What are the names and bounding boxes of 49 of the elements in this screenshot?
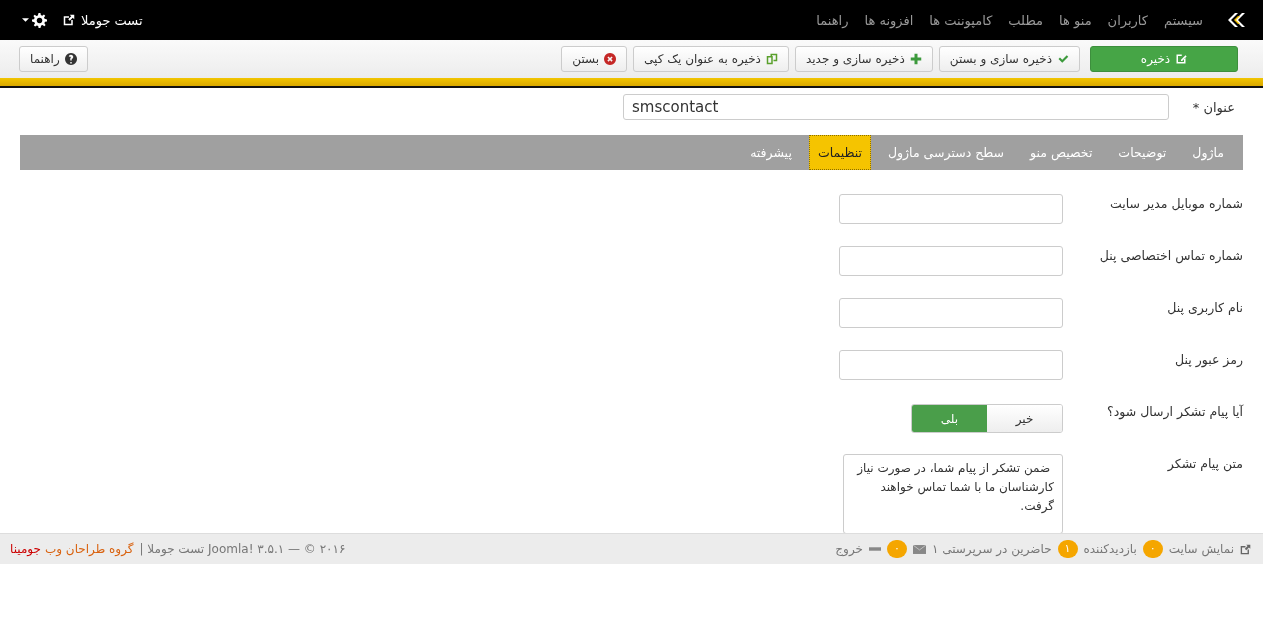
toolbar-button[interactable]: بستن bbox=[561, 46, 628, 72]
plus-icon bbox=[909, 53, 922, 65]
site-link[interactable]: تست جوملا bbox=[81, 12, 143, 28]
field-label: رمز عبور پنل bbox=[1173, 351, 1243, 367]
brand-link[interactable]: جومینا bbox=[10, 542, 41, 556]
input-field[interactable] bbox=[839, 246, 1063, 276]
view-site-link[interactable]: نمایش سایت bbox=[1168, 542, 1234, 556]
textarea-field[interactable]: ضمن تشکر از پیام شما، در صورت نیاز کارشناسان ما با شما تماس خواهند گرفت. bbox=[843, 454, 1063, 534]
field-label: شماره موبایل مدیر سایت bbox=[1108, 195, 1243, 211]
help-icon bbox=[64, 53, 77, 65]
menu-item[interactable]: کامپوننت ها bbox=[929, 12, 993, 28]
minus-icon[interactable] bbox=[868, 547, 881, 551]
edit-icon bbox=[1175, 53, 1188, 65]
title-field[interactable]: smscontact bbox=[623, 94, 1169, 120]
admins-text: حاضرین در سرپرستی ۱ bbox=[931, 542, 1052, 556]
close-icon bbox=[604, 53, 617, 65]
caret-icon[interactable] bbox=[22, 18, 29, 22]
field-label: نام کاربری پنل bbox=[1166, 299, 1243, 315]
visitors-text: بازدیدکننده bbox=[1083, 542, 1137, 556]
input-field[interactable] bbox=[839, 194, 1063, 224]
field-label: متن پیام تشکر bbox=[1166, 455, 1243, 471]
title-label: عنوان * bbox=[1191, 99, 1235, 115]
messages-badge: ۰ bbox=[886, 540, 907, 558]
menu-item[interactable]: افزونه ها bbox=[864, 12, 914, 28]
admins-badge: ۱ bbox=[1057, 540, 1078, 558]
menu-item[interactable]: کاربران bbox=[1107, 12, 1148, 28]
input-field[interactable] bbox=[839, 298, 1063, 328]
visitors-badge: ۰ bbox=[1142, 540, 1163, 558]
menu-item[interactable]: منو ها bbox=[1059, 12, 1092, 28]
input-field[interactable] bbox=[839, 350, 1063, 380]
logout-link[interactable]: خروج bbox=[835, 542, 863, 556]
copyright-text: ۲۰۱۶ © — ۳.۵.۱ !Joomla تست جوملا | bbox=[139, 542, 346, 556]
toolbar-button[interactable]: ذخیره سازی و جدید bbox=[794, 46, 933, 72]
external-link-icon bbox=[63, 14, 75, 26]
settings-icon[interactable] bbox=[32, 12, 47, 28]
toolbar-button[interactable]: ذخیره به عنوان یک کپی bbox=[633, 46, 789, 72]
toggle-option[interactable]: خیر bbox=[987, 405, 1062, 432]
check-icon bbox=[1057, 53, 1069, 65]
menu-item[interactable]: سیستم bbox=[1164, 12, 1203, 28]
field-label: شماره تماس اختصاصی پنل bbox=[1098, 247, 1243, 263]
help-button[interactable]: راهنما bbox=[19, 46, 88, 72]
external-link-icon bbox=[1240, 543, 1251, 555]
field-label: آیا پیام تشکر ارسال شود؟ bbox=[1106, 403, 1243, 419]
menu-item[interactable]: راهنما bbox=[816, 12, 849, 28]
tab[interactable]: تنظیمات bbox=[808, 135, 871, 170]
menu-item[interactable]: مطلب bbox=[1008, 12, 1044, 28]
envelope-icon[interactable] bbox=[912, 544, 926, 554]
toolbar-button[interactable]: ذخیره سازی و بستن bbox=[938, 46, 1080, 72]
copy-icon bbox=[765, 53, 778, 65]
